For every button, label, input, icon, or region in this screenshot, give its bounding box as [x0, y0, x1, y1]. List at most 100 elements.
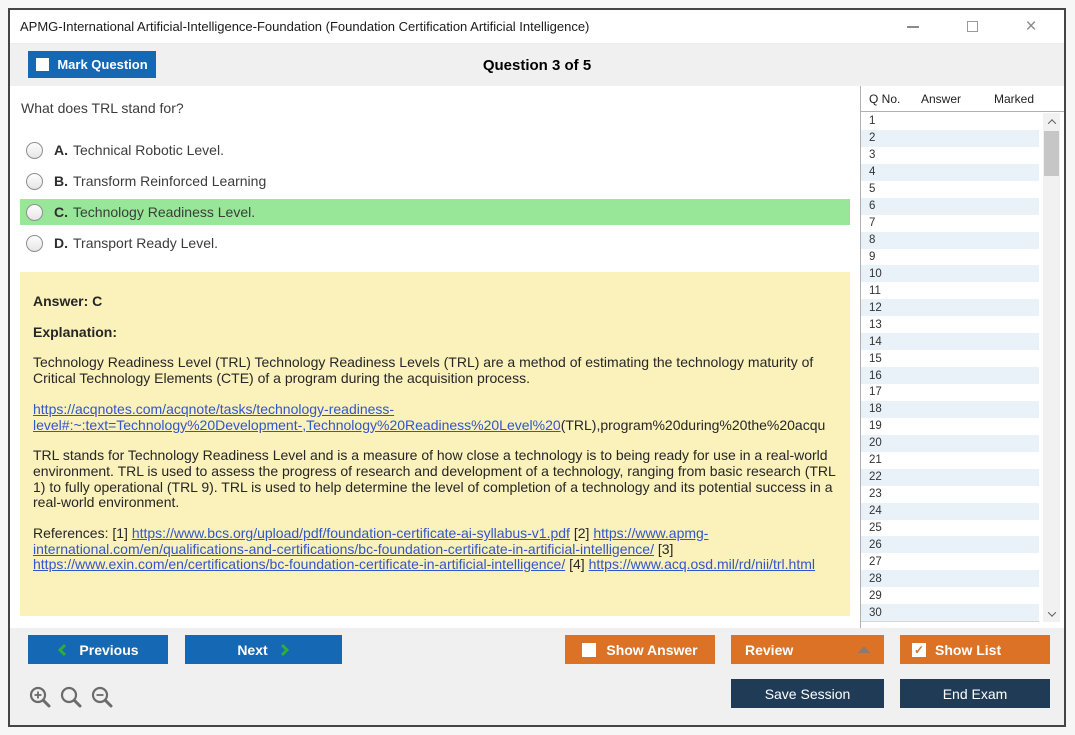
- reference-separator: [4]: [565, 556, 589, 573]
- question-list-panel: Q No. Answer Marked 1 2 3 4 5 6 7 8 9 10 11 12 13 14 1…: [860, 86, 1064, 628]
- question-list-row[interactable]: 26: [861, 536, 1039, 554]
- question-list-body: 1 2 3 4 5 6 7 8 9 10 11 12 13 14 15 16 17 18 19 20 21 22 23 24 2…: [861, 113, 1039, 622]
- radio-icon[interactable]: [26, 172, 43, 190]
- question-list-row[interactable]: 30: [861, 604, 1039, 621]
- previous-button[interactable]: Previous: [28, 635, 168, 664]
- end-exam-button[interactable]: End Exam: [900, 679, 1050, 708]
- option-c-correct[interactable]: C. Technology Readiness Level.: [20, 199, 850, 225]
- link-tail-text: (TRL),program%20during%20the%20acqu: [560, 416, 826, 433]
- question-list-row[interactable]: 19: [861, 418, 1039, 435]
- option-a[interactable]: A. Technical Robotic Level.: [20, 137, 850, 163]
- option-letter: D.: [54, 235, 68, 251]
- triangle-up-icon: [858, 646, 870, 653]
- option-letter: A.: [54, 142, 68, 158]
- question-text: What does TRL stand for?: [21, 100, 184, 116]
- maximize-button[interactable]: [961, 16, 983, 38]
- reference-separator: [2]: [569, 525, 594, 542]
- chevron-left-icon: [58, 643, 67, 656]
- question-list-row[interactable]: 2: [861, 129, 1039, 147]
- question-number-cell: 3: [869, 149, 876, 162]
- question-number-cell: 18: [869, 403, 882, 416]
- explanation-paragraph-2: TRL stands for Technology Readiness Leve…: [33, 447, 836, 511]
- mark-question-label: Mark Question: [57, 57, 148, 72]
- question-list-row[interactable]: 15: [861, 350, 1039, 367]
- chevron-up-icon: [1047, 118, 1056, 128]
- question-number-cell: 7: [869, 217, 876, 230]
- option-b[interactable]: B. Transform Reinforced Learning: [20, 168, 850, 194]
- acqnotes-link[interactable]: https://acqnotes.com/acqnote/tasks/techn…: [33, 402, 394, 417]
- question-list-row[interactable]: 18: [861, 400, 1039, 418]
- option-text: Transform Reinforced Learning: [73, 173, 267, 189]
- show-answer-checkbox[interactable]: [582, 642, 597, 657]
- exam-window: APMG-International Artificial-Intelligen…: [8, 8, 1066, 727]
- references-prefix: References: [1]: [33, 525, 132, 542]
- bcs-link[interactable]: https://www.bcs.org/upload/pdf/foundatio…: [132, 525, 570, 541]
- minimize-icon: [907, 25, 919, 28]
- question-list-row[interactable]: 25: [861, 520, 1039, 537]
- question-list-row[interactable]: 28: [861, 570, 1039, 588]
- save-session-button[interactable]: Save Session: [731, 679, 884, 708]
- scroll-down-button[interactable]: [1043, 605, 1060, 622]
- question-list-row[interactable]: 13: [861, 316, 1039, 333]
- question-number-cell: 25: [869, 521, 882, 534]
- question-list-row[interactable]: 7: [861, 215, 1039, 232]
- show-list-checkbox[interactable]: ✓: [912, 642, 926, 657]
- question-number-cell: 28: [869, 572, 882, 585]
- scroll-up-button[interactable]: [1043, 113, 1060, 130]
- question-list-row[interactable]: 9: [861, 249, 1039, 266]
- minimize-button[interactable]: [902, 16, 924, 38]
- question-list-row[interactable]: 24: [861, 502, 1039, 520]
- question-list-row[interactable]: 22: [861, 468, 1039, 486]
- acqnotes-link[interactable]: level#:~:text=Technology%20Development-,…: [33, 417, 561, 433]
- radio-icon[interactable]: [26, 234, 43, 252]
- question-list-row[interactable]: 8: [861, 231, 1039, 249]
- mark-question-button[interactable]: Mark Question: [28, 51, 156, 78]
- acq-osd-link[interactable]: https://www.acq.osd.mil/rd/nii/trl.html: [589, 556, 815, 573]
- review-label: Review: [745, 641, 794, 658]
- show-answer-label: Show Answer: [606, 641, 698, 658]
- question-list-scrollbar[interactable]: [1043, 113, 1060, 622]
- zoom-reset-icon[interactable]: [59, 685, 83, 711]
- radio-icon[interactable]: [26, 141, 43, 159]
- question-list-row[interactable]: 20: [861, 434, 1039, 452]
- mark-question-checkbox[interactable]: [36, 58, 50, 71]
- question-counter: Question 3 of 5: [482, 56, 592, 74]
- review-button[interactable]: Review: [731, 635, 884, 664]
- question-list-row[interactable]: 12: [861, 299, 1039, 317]
- question-list-row[interactable]: 21: [861, 452, 1039, 469]
- question-list-row[interactable]: 23: [861, 486, 1039, 503]
- question-list-row[interactable]: 14: [861, 333, 1039, 351]
- question-list-row[interactable]: 27: [861, 553, 1039, 570]
- question-number-cell: 29: [869, 589, 882, 602]
- question-list-row[interactable]: 6: [861, 197, 1039, 215]
- scrollbar-thumb[interactable]: [1044, 131, 1059, 176]
- zoom-in-icon[interactable]: [28, 685, 52, 711]
- question-number-cell: 6: [869, 200, 876, 213]
- option-d[interactable]: D. Transport Ready Level.: [20, 230, 850, 256]
- radio-icon[interactable]: [26, 203, 43, 221]
- question-number-cell: 27: [869, 555, 882, 568]
- question-area: What does TRL stand for? A. Technical Ro…: [10, 86, 860, 628]
- close-button[interactable]: ×: [1020, 16, 1042, 38]
- question-list-row[interactable]: 5: [861, 181, 1039, 198]
- title-bar: APMG-International Artificial-Intelligen…: [10, 10, 1064, 44]
- zoom-out-icon[interactable]: [90, 685, 114, 711]
- question-list-row[interactable]: 10: [861, 265, 1039, 283]
- question-list-row[interactable]: 1: [861, 113, 1039, 130]
- header-bar: Mark Question Question 3 of 5: [10, 44, 1064, 86]
- show-list-button[interactable]: ✓ Show List: [900, 635, 1050, 664]
- save-session-label: Save Session: [764, 685, 851, 702]
- show-answer-button[interactable]: Show Answer: [565, 635, 715, 664]
- question-list-row[interactable]: 17: [861, 384, 1039, 401]
- question-list-row[interactable]: 4: [861, 163, 1039, 181]
- next-button[interactable]: Next: [185, 635, 342, 664]
- exin-link[interactable]: https://www.exin.com/en/certifications/b…: [33, 556, 565, 573]
- question-number-cell: 16: [869, 369, 882, 382]
- explanation-link-block: https://acqnotes.com/acqnote/tasks/techn…: [33, 402, 836, 433]
- question-list-row[interactable]: 11: [861, 282, 1039, 299]
- window-controls: ×: [902, 16, 1042, 38]
- footer-bar: Previous Next Show Answer Review ✓ Show …: [10, 628, 1064, 725]
- question-list-row[interactable]: 16: [861, 367, 1039, 384]
- question-list-row[interactable]: 29: [861, 587, 1039, 604]
- question-list-row[interactable]: 3: [861, 147, 1039, 164]
